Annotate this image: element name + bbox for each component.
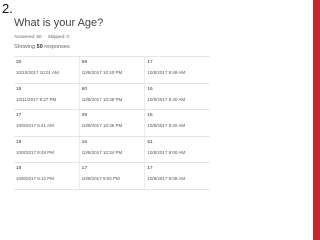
response-value: 61 (147, 139, 153, 145)
response-value: 17 (147, 60, 153, 65)
response-timestamp: 10/8/2017 9:40 AM (147, 96, 186, 102)
response-timestamp: 10/9/2017 8:41 AM (16, 123, 54, 128)
response-cell: 17 10/8/2017 8:08 AM (144, 163, 210, 189)
response-row: 16 10/11/2017 9:27 PM 60 10/8/2017 10:38 P… (14, 82, 210, 110)
response-value: 16 (147, 86, 153, 92)
showing-prefix: Showing (14, 44, 37, 50)
showing-suffix: responses (42, 44, 70, 50)
response-value: 18 (16, 166, 22, 171)
response-row: 18 10/8/2017 8:12 PM 17 10/8/2017 9:02 PM … (14, 162, 210, 190)
response-timestamp: 10/8/2017 10:38 PM (81, 96, 123, 102)
question-title: What is your Age? (14, 17, 104, 29)
response-cell: 20 10/10/2017 10:01 AM (14, 57, 79, 83)
response-timestamp: 10/11/2017 9:27 PM (16, 96, 57, 102)
response-value: 17 (147, 166, 153, 171)
response-cell: 16 10/8/2017 9:40 AM (144, 83, 210, 109)
response-stats: Answered: 50 Skipped: 0 (14, 34, 74, 39)
response-value: 59 (81, 60, 88, 65)
response-cell: 29 10/8/2017 10:36 PM (78, 110, 145, 136)
response-timestamp: 10/8/2017 9:49 AM (147, 70, 186, 75)
skipped-count: Skipped: 0 (47, 34, 70, 39)
response-value: 16 (81, 139, 88, 145)
response-cell: 18 10/8/2017 8:12 PM (14, 163, 79, 189)
response-value: 60 (81, 86, 88, 92)
response-cell: 16 10/8/2017 9:20 AM (144, 110, 210, 136)
response-timestamp: 10/8/2017 10:40 PM (81, 70, 123, 75)
accent-bar (313, 0, 320, 240)
response-value: 18 (16, 139, 22, 145)
showing-responses: Showing 50 responses (14, 44, 70, 50)
response-timestamp: 10/10/2017 10:01 AM (16, 70, 59, 75)
response-timestamp: 10/8/2017 10:34 PM (81, 149, 123, 155)
response-timestamp: 10/8/2017 8:08 AM (147, 176, 186, 181)
response-value: 16 (147, 113, 153, 118)
response-timestamp: 10/8/2017 8:12 PM (16, 176, 55, 181)
response-cell: 16 10/8/2017 10:34 PM (78, 136, 145, 162)
response-cell: 60 10/8/2017 10:38 PM (78, 83, 145, 109)
response-row: 18 10/8/2017 8:49 PM 16 10/8/2017 10:34 PM… (14, 135, 210, 163)
response-value: 17 (16, 113, 22, 118)
response-value: 29 (81, 113, 88, 118)
response-value: 17 (81, 166, 88, 171)
response-value: 16 (16, 86, 22, 92)
response-row: 17 10/9/2017 8:41 AM 29 10/8/2017 10:36 PM… (14, 109, 210, 136)
response-row: 20 10/10/2017 10:01 AM 59 10/8/2017 10:40 … (14, 56, 210, 83)
response-cell: 18 10/8/2017 8:49 PM (14, 137, 79, 163)
slide-number: 2. (2, 1, 13, 16)
response-cell: 59 10/8/2017 10:40 PM (78, 57, 145, 83)
response-cell: 16 10/11/2017 9:27 PM (14, 84, 79, 110)
response-timestamp: 10/8/2017 8:49 PM (16, 149, 55, 155)
response-value: 20 (16, 60, 22, 65)
responses-grid: 20 10/10/2017 10:01 AM 59 10/8/2017 10:40 … (14, 56, 210, 190)
response-cell: 17 10/9/2017 8:41 AM (14, 110, 79, 136)
response-timestamp: 10/8/2017 9:02 PM (81, 176, 120, 181)
response-timestamp: 10/8/2017 9:20 AM (147, 123, 186, 128)
answered-count: Answered: 50 (14, 34, 42, 39)
response-timestamp: 10/8/2017 9:00 AM (147, 149, 186, 155)
response-cell: 61 10/8/2017 9:00 AM (144, 136, 210, 162)
response-cell: 17 10/8/2017 9:49 AM (144, 57, 210, 83)
response-timestamp: 10/8/2017 10:36 PM (81, 123, 123, 128)
response-cell: 17 10/8/2017 9:02 PM (78, 163, 145, 189)
